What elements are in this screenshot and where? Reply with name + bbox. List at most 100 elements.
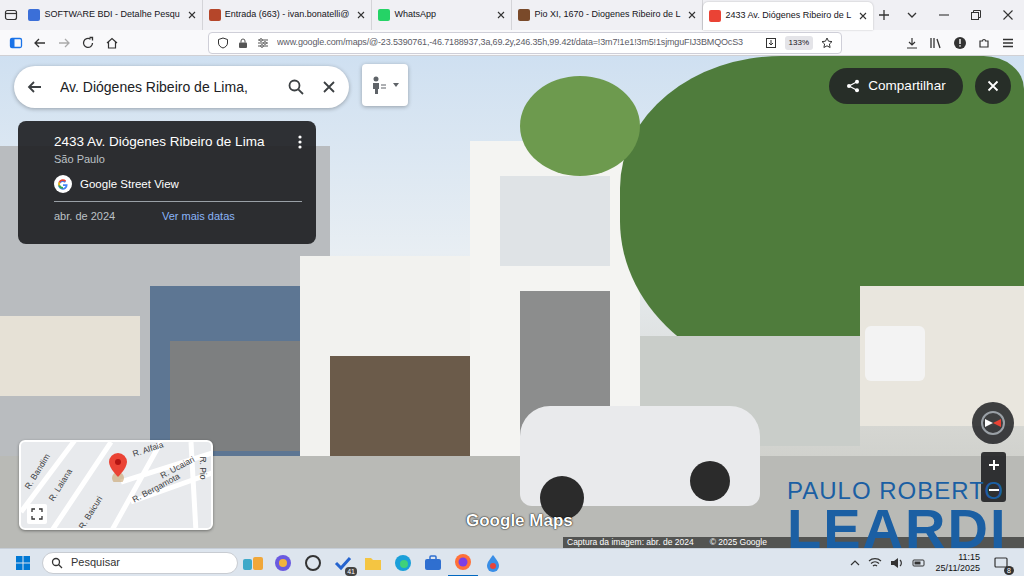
share-icon [846, 79, 860, 93]
travel-widget-icon[interactable] [238, 549, 268, 576]
compass[interactable] [972, 402, 1014, 444]
sidebar-icon[interactable] [4, 31, 28, 55]
card-subtitle: São Paulo [54, 151, 302, 167]
firefox-icon[interactable] [448, 549, 478, 576]
start-icon[interactable] [8, 549, 38, 576]
share-button[interactable]: Compartilhar [829, 68, 963, 104]
street-label: R. Alfaia [131, 440, 165, 460]
favicon-icon [518, 9, 530, 21]
pegman-icon [370, 75, 388, 95]
tab-strip: SOFTWARE BDI - Detalhe Pesqu Entrada (663… [0, 0, 1024, 30]
clock-date[interactable]: 25/11/2025 [936, 563, 980, 574]
search-box[interactable]: Av. Diógenes Ribeiro de Lima, [14, 66, 349, 108]
watermark-line1: PAULO ROBERTO [787, 478, 1007, 504]
capture-info: Captura da imagem: abr. de 2024 [567, 537, 694, 548]
taskbar-search[interactable]: Pesquisar [42, 552, 238, 574]
extensions-icon[interactable] [972, 31, 996, 55]
dropdown-icon[interactable] [392, 81, 400, 89]
street-label: R. Pio [197, 456, 210, 479]
zoom-in-icon[interactable] [988, 459, 1000, 471]
street-view[interactable]: Av. Diógenes Ribeiro de Lima, 2433 Av. D… [0, 56, 1024, 548]
more-dates-link[interactable]: Ver mais datas [162, 208, 235, 225]
compass-icon [980, 410, 1006, 436]
back-icon[interactable] [28, 31, 52, 55]
reload-icon[interactable] [76, 31, 100, 55]
tabs: SOFTWARE BDI - Detalhe Pesqu Entrada (663… [22, 0, 873, 30]
url-text[interactable]: www.google.com/maps/@-23.5390761,-46.718… [277, 36, 757, 50]
address-bar[interactable]: www.google.com/maps/@-23.5390761,-46.718… [208, 32, 842, 54]
google-logo-icon [54, 175, 72, 193]
search-icon[interactable] [287, 78, 305, 96]
close-tab-icon[interactable] [188, 11, 196, 19]
tab-label[interactable]: SOFTWARE BDI - Detalhe Pesqu [44, 8, 179, 22]
search-icon [51, 557, 63, 569]
bookmark-star-icon[interactable] [821, 37, 833, 49]
store-icon[interactable] [418, 549, 448, 576]
close-tab-icon[interactable] [497, 11, 505, 19]
file-explorer-icon[interactable] [358, 549, 388, 576]
share-label[interactable]: Compartilhar [868, 76, 945, 96]
close-window-icon[interactable] [992, 0, 1024, 30]
clock[interactable]: 11:15 25/11/2025 [930, 552, 986, 574]
close-tab-icon[interactable] [688, 11, 696, 19]
downloads-icon[interactable] [900, 31, 924, 55]
chatgpt-icon[interactable] [298, 549, 328, 576]
lock-icon[interactable] [237, 37, 249, 49]
street-label: R. Baicuri [76, 494, 106, 530]
tab-label[interactable]: 2433 Av. Diógenes Ribeiro de L [725, 9, 851, 23]
home-icon[interactable] [100, 31, 124, 55]
forward-icon [52, 31, 76, 55]
expand-map-button[interactable] [27, 504, 47, 524]
browser-tab[interactable]: Entrada (663) - ivan.bonatelli@ [203, 0, 373, 30]
watermark-line2: LEARDI [787, 504, 1007, 554]
card-title: 2433 Av. Diógenes Ribeiro de Lima [54, 133, 264, 151]
wifi-icon[interactable] [868, 557, 882, 569]
close-tab-icon[interactable] [357, 11, 365, 19]
permissions-icon[interactable] [257, 37, 269, 49]
google-maps-logo: Google Maps [466, 508, 573, 534]
pegman-button[interactable] [362, 64, 408, 106]
close-tab-icon[interactable] [859, 12, 867, 20]
copilot-icon[interactable] [268, 549, 298, 576]
search-value[interactable]: Av. Diógenes Ribeiro de Lima, [60, 77, 271, 98]
minimap[interactable]: R. BandimR. LaianaR. AlfaiaR. UcaiariR. … [19, 440, 213, 530]
volume-icon[interactable] [890, 557, 904, 569]
browser-tab[interactable]: Pio XI, 1670 - Diogenes Ribeiro de L [512, 0, 703, 30]
tab-label[interactable]: Pio XI, 1670 - Diogenes Ribeiro de L [534, 8, 680, 22]
close-street-view-button[interactable] [975, 68, 1011, 104]
tab-label[interactable]: WhatsApp [394, 8, 489, 22]
favicon-icon [28, 9, 40, 21]
favicon-icon [709, 10, 721, 22]
browser-tab[interactable]: WhatsApp [372, 0, 512, 30]
library-icon[interactable] [924, 31, 948, 55]
tab-overflow-icon[interactable] [896, 0, 928, 30]
tab-label[interactable]: Entrada (663) - ivan.bonatelli@ [225, 8, 350, 22]
new-tab-icon[interactable] [873, 0, 895, 30]
tray-chevron-icon[interactable] [850, 558, 860, 568]
back-arrow-icon[interactable] [26, 78, 44, 96]
location-pin-icon [107, 452, 129, 482]
shield-icon[interactable] [217, 37, 229, 49]
restore-icon[interactable] [960, 0, 992, 30]
battery-icon[interactable] [912, 557, 926, 569]
todo-badge: 41 [345, 567, 357, 576]
edge-icon[interactable] [388, 549, 418, 576]
reader-download-icon[interactable] [765, 37, 777, 49]
nav-toolbar: www.google.com/maps/@-23.5390761,-46.718… [0, 30, 1024, 56]
browser-tab[interactable]: SOFTWARE BDI - Detalhe Pesqu [22, 0, 202, 30]
menu-icon[interactable] [996, 31, 1020, 55]
clear-icon[interactable] [321, 79, 337, 95]
card-source: Google Street View [80, 176, 179, 192]
minimize-icon[interactable] [928, 0, 960, 30]
expand-icon [31, 508, 43, 520]
browser-tab[interactable]: 2433 Av. Diógenes Ribeiro de L [703, 2, 873, 30]
app-icon[interactable] [478, 549, 508, 576]
account-icon[interactable] [948, 31, 972, 55]
tab-list-icon[interactable] [0, 0, 22, 30]
favicon-icon [209, 9, 221, 21]
todo-icon[interactable]: 41 [328, 549, 358, 576]
zoom-level[interactable]: 133% [785, 36, 813, 50]
more-options-icon[interactable] [298, 135, 302, 149]
close-icon [987, 80, 999, 92]
search-placeholder[interactable]: Pesquisar [71, 554, 120, 571]
